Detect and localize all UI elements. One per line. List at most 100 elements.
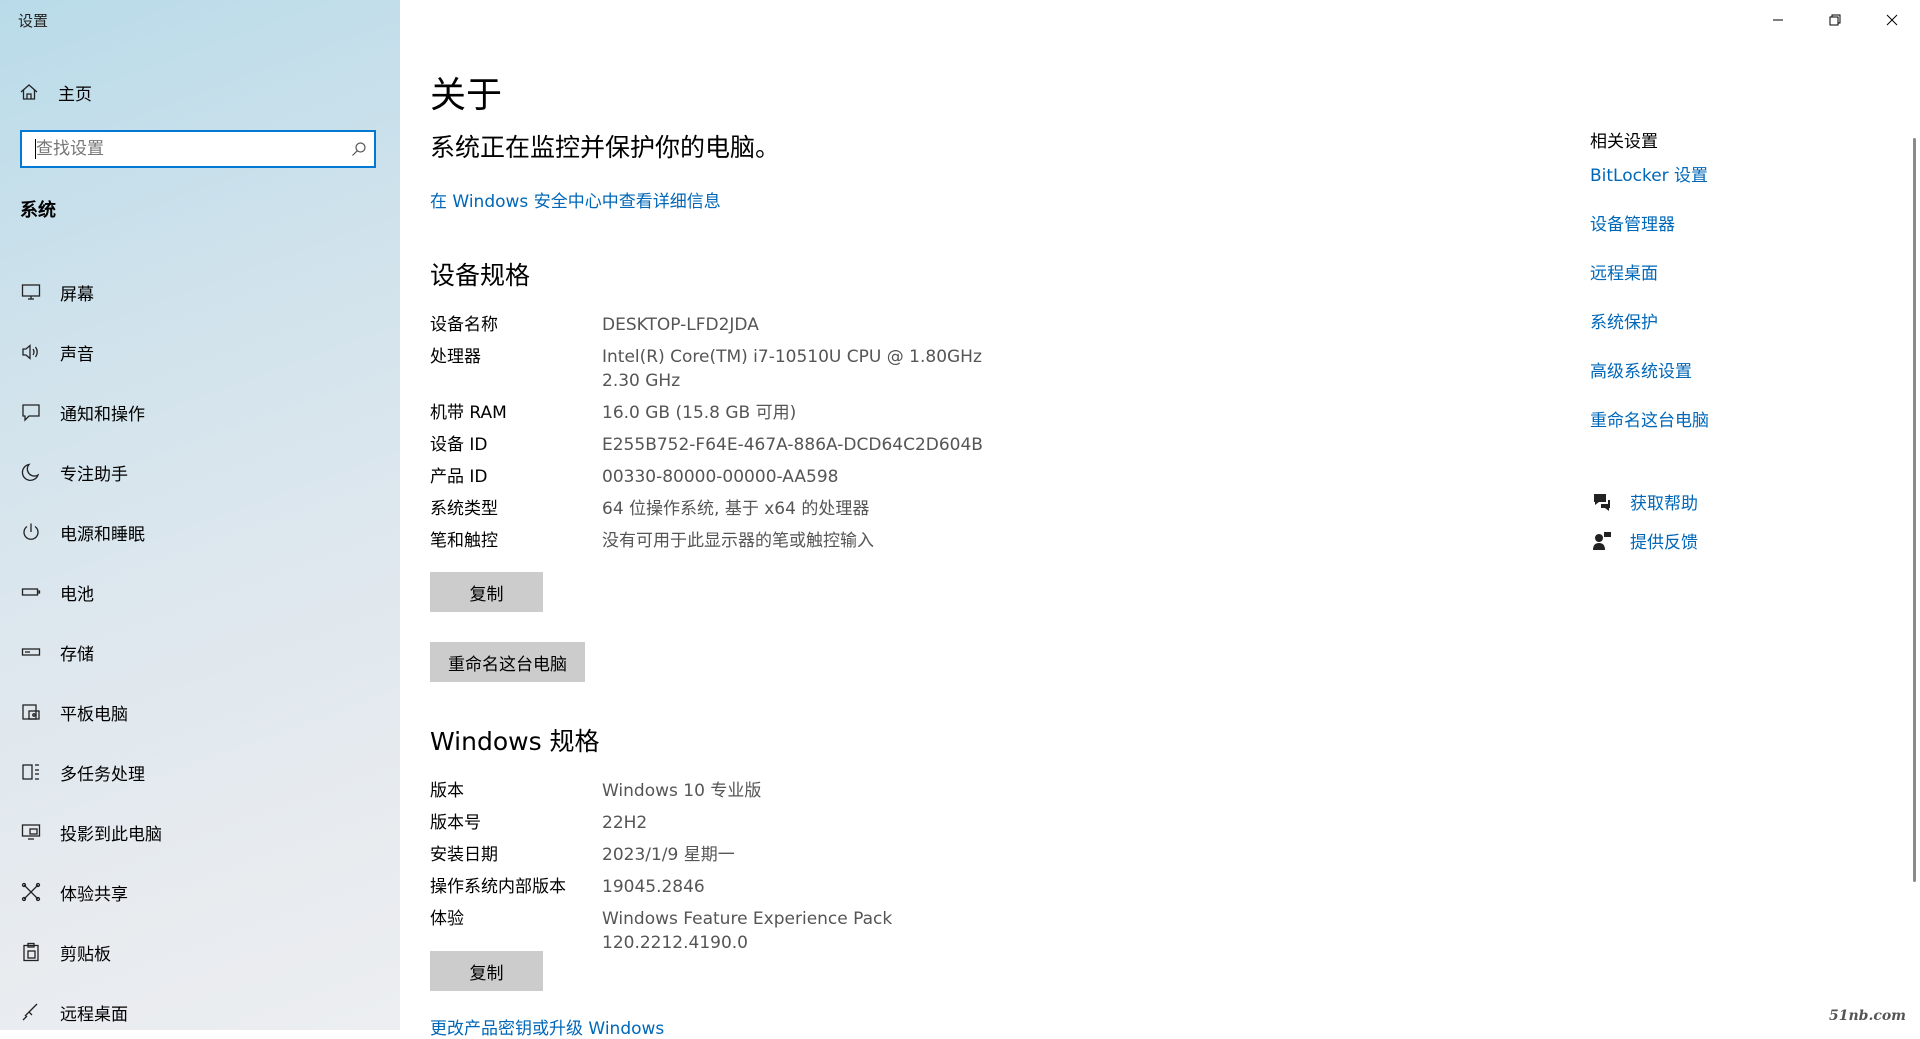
spec-row: 系统类型 64 位操作系统, 基于 x64 的处理器 [430,497,1022,521]
scrollbar[interactable] [1913,138,1916,882]
get-help-link[interactable]: 获取帮助 [1630,489,1698,514]
spec-value: Windows 10 专业版 [602,781,762,801]
clipboard-icon [20,941,42,963]
feedback-link[interactable]: 提供反馈 [1630,528,1698,553]
windows-specs-table: 版本 Windows 10 专业版 版本号 22H2 安装日期 2023/1/9 星期… [430,779,1022,963]
feedback-item[interactable]: 提供反馈 [1590,528,1698,553]
spec-row: 机带 RAM 16.0 GB (15.8 GB 可用) [430,401,1022,425]
remote-desktop-link[interactable]: 远程桌面 [1590,259,1658,284]
sidebar-item-shared-experiences[interactable]: 体验共享 [0,862,400,922]
sidebar-home[interactable]: 主页 [18,78,92,106]
sidebar-section-title: 系统 [20,200,56,221]
sidebar-item-label: 专注助手 [60,464,128,485]
share-icon [20,881,42,903]
sidebar-item-sound[interactable]: 声音 [0,322,400,382]
multitask-icon [20,761,42,783]
spec-value: 64 位操作系统, 基于 x64 的处理器 [602,499,870,519]
sidebar-item-label: 存储 [60,644,94,665]
spec-key: 系统类型 [430,499,498,519]
sidebar-item-power-sleep[interactable]: 电源和睡眠 [0,502,400,562]
spec-row: 笔和触控 没有可用于此显示器的笔或触控输入 [430,529,1022,553]
sidebar-item-label: 投影到此电脑 [60,824,162,845]
spec-row: 操作系统内部版本 19045.2846 [430,875,1022,899]
spec-key: 操作系统内部版本 [430,877,566,897]
bitlocker-settings-link[interactable]: BitLocker 设置 [1590,161,1708,186]
spec-value: 没有可用于此显示器的笔或触控输入 [602,531,874,551]
spec-row: 版本号 22H2 [430,811,1022,835]
main-content: 关于 系统正在监控并保护你的电脑。 在 Windows 安全中心中查看详细信息 … [430,0,1490,1039]
sidebar-item-focus-assist[interactable]: 专注助手 [0,442,400,502]
sidebar-item-project-to-pc[interactable]: 投影到此电脑 [0,802,400,862]
protection-status: 系统正在监控并保护你的电脑。 [430,133,781,162]
feedback-person-icon [1590,529,1614,553]
change-product-key-link[interactable]: 更改产品密钥或升级 Windows [430,1014,664,1039]
storage-icon [20,641,42,663]
spec-key: 产品 ID [430,467,488,487]
moon-icon [20,461,42,483]
device-specs-heading: 设备规格 [430,261,531,290]
spec-key: 安装日期 [430,845,498,865]
spec-row: 处理器 Intel(R) Core(TM) i7-10510U CPU @ 1.8… [430,345,1022,393]
sidebar-item-label: 电源和睡眠 [60,524,145,545]
project-icon [20,821,42,843]
advanced-system-settings-link[interactable]: 高级系统设置 [1590,357,1692,382]
spec-key: 设备 ID [430,435,488,455]
get-help-item[interactable]: 获取帮助 [1590,489,1698,514]
spec-value: E255B752-F64E-467A-886A-DCD64C2D604B [602,435,983,455]
power-icon [20,521,42,543]
device-specs-table: 设备名称 DESKTOP-LFD2JDA 处理器 Intel(R) Core(TM)… [430,313,1022,561]
sidebar-item-battery[interactable]: 电池 [0,562,400,622]
sidebar-item-clipboard[interactable]: 剪贴板 [0,922,400,982]
security-center-link[interactable]: 在 Windows 安全中心中查看详细信息 [430,187,721,212]
spec-row: 产品 ID 00330-80000-00000-AA598 [430,465,1022,489]
system-protection-link[interactable]: 系统保护 [1590,308,1658,333]
spec-row: 安装日期 2023/1/9 星期一 [430,843,1022,867]
home-icon [18,81,40,103]
spec-key: 版本 [430,781,464,801]
tablet-icon [20,701,42,723]
sidebar-item-label: 通知和操作 [60,404,145,425]
related-settings-title: 相关设置 [1590,132,1658,152]
search-icon[interactable] [344,141,374,157]
sidebar-item-display[interactable]: 屏幕 [0,262,400,322]
sidebar-item-notifications[interactable]: 通知和操作 [0,382,400,442]
sidebar-item-remote-desktop[interactable]: 远程桌面 [0,982,400,1030]
remote-desktop-icon [20,1001,42,1023]
page-title: 关于 [430,75,503,116]
spec-key: 笔和触控 [430,531,498,551]
battery-icon [20,581,42,603]
sidebar-item-label: 多任务处理 [60,764,145,785]
search-input[interactable] [22,133,344,165]
sidebar: 设置 主页 系统 屏幕 声音 通知和操作 专注助手 [0,0,400,1030]
sidebar-item-label: 声音 [60,344,94,365]
sidebar-item-label: 远程桌面 [60,1004,128,1025]
text-caret [35,139,36,159]
sidebar-item-multitasking[interactable]: 多任务处理 [0,742,400,802]
notification-icon [20,401,42,423]
sidebar-item-tablet[interactable]: 平板电脑 [0,682,400,742]
sidebar-item-label: 屏幕 [60,284,94,305]
speaker-icon [20,341,42,363]
spec-key: 版本号 [430,813,481,833]
monitor-icon [20,281,42,303]
spec-row: 设备 ID E255B752-F64E-467A-886A-DCD64C2D604… [430,433,1022,457]
spec-key: 机带 RAM [430,403,507,423]
spec-value: 00330-80000-00000-AA598 [602,467,839,487]
copy-windows-specs-button[interactable]: 复制 [430,951,543,991]
sidebar-home-label: 主页 [58,84,92,105]
search-box [20,130,376,168]
rename-pc-button[interactable]: 重命名这台电脑 [430,642,585,682]
spec-row: 版本 Windows 10 专业版 [430,779,1022,803]
sidebar-item-label: 电池 [60,584,94,605]
sidebar-item-label: 平板电脑 [60,704,128,725]
device-manager-link[interactable]: 设备管理器 [1590,210,1675,235]
spec-value: 19045.2846 [602,877,705,897]
watermark: 51nb.com [1829,1008,1906,1024]
copy-device-specs-button[interactable]: 复制 [430,572,543,612]
spec-key: 体验 [430,909,464,929]
sidebar-item-storage[interactable]: 存储 [0,622,400,682]
spec-value: 16.0 GB (15.8 GB 可用) [602,403,797,423]
rename-pc-link[interactable]: 重命名这台电脑 [1590,406,1709,431]
spec-value: DESKTOP-LFD2JDA [602,315,759,335]
spec-value: 22H2 [602,813,648,833]
